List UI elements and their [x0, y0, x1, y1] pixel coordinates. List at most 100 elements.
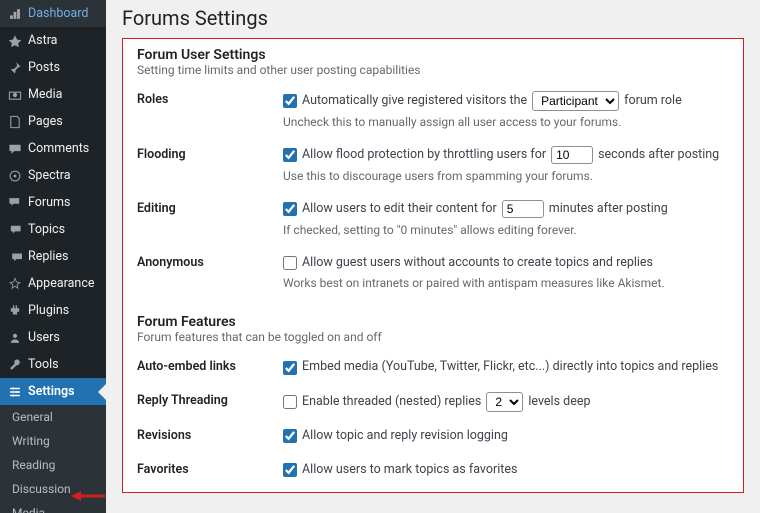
threading-checkbox[interactable]	[283, 395, 297, 409]
roles-label: Roles	[137, 91, 283, 107]
page-icon	[8, 115, 22, 129]
plugin-icon	[8, 304, 22, 318]
settings-icon	[8, 385, 22, 399]
revisions-text: Allow topic and reply revision logging	[302, 427, 508, 446]
tools-icon	[8, 358, 22, 372]
sidebar-item-replies[interactable]: Replies	[0, 243, 106, 270]
astra-icon	[8, 34, 22, 48]
sidebar-item-posts[interactable]: Posts	[0, 54, 106, 81]
sidebar-item-label: Comments	[28, 141, 89, 156]
sidebar-item-label: Tools	[28, 357, 59, 372]
favorites-checkbox[interactable]	[283, 463, 297, 477]
sidebar-item-plugins[interactable]: Plugins	[0, 297, 106, 324]
favorites-label: Favorites	[137, 461, 283, 477]
sidebar-item-spectra[interactable]: Spectra	[0, 162, 106, 189]
favorites-text: Allow users to mark topics as favorites	[302, 461, 517, 480]
forums-icon	[8, 196, 22, 210]
editing-text-post: minutes after posting	[549, 200, 668, 219]
sidebar-item-label: Forums	[28, 195, 70, 210]
flooding-checkbox[interactable]	[283, 148, 297, 162]
sidebar-item-label: Users	[28, 330, 60, 345]
submenu-discussion[interactable]: Discussion	[0, 477, 106, 501]
sidebar-item-label: Settings	[28, 384, 75, 399]
flooding-row: Flooding Allow flood protection by throt…	[137, 146, 729, 185]
sidebar-item-settings[interactable]: Settings	[0, 378, 106, 405]
sidebar-item-pages[interactable]: Pages	[0, 108, 106, 135]
admin-sidebar: Dashboard Astra Posts Media Pages Commen…	[0, 0, 106, 513]
favorites-row: Favorites Allow users to mark topics as …	[137, 461, 729, 480]
anonymous-label: Anonymous	[137, 254, 283, 270]
sidebar-item-appearance[interactable]: Appearance	[0, 270, 106, 297]
sidebar-item-astra[interactable]: Astra	[0, 27, 106, 54]
submenu-writing[interactable]: Writing	[0, 429, 106, 453]
anonymous-row: Anonymous Allow guest users without acco…	[137, 254, 729, 293]
user-icon	[8, 331, 22, 345]
editing-text-pre: Allow users to edit their content for	[302, 200, 497, 219]
sidebar-item-label: Media	[28, 87, 62, 102]
roles-row: Roles Automatically give registered visi…	[137, 91, 729, 131]
roles-text-pre: Automatically give registered visitors t…	[302, 92, 527, 111]
features-desc: Forum features that can be toggled on an…	[137, 330, 729, 344]
sidebar-item-tools[interactable]: Tools	[0, 351, 106, 378]
pin-icon	[8, 61, 22, 75]
editing-row: Editing Allow users to edit their conten…	[137, 200, 729, 239]
revisions-row: Revisions Allow topic and reply revision…	[137, 427, 729, 446]
sidebar-item-forums[interactable]: Forums	[0, 189, 106, 216]
settings-panel: Forum User Settings Setting time limits …	[122, 38, 744, 493]
autoembed-row: Auto-embed links Embed media (YouTube, T…	[137, 358, 729, 377]
sidebar-item-label: Appearance	[28, 276, 95, 291]
content-area: Forums Settings Forum User Settings Sett…	[106, 0, 760, 513]
editing-label: Editing	[137, 200, 283, 216]
sidebar-item-dashboard[interactable]: Dashboard	[0, 0, 106, 27]
threading-levels-select[interactable]: 2	[486, 392, 523, 412]
appearance-icon	[8, 277, 22, 291]
flooding-text-pre: Allow flood protection by throttling use…	[302, 146, 546, 165]
sidebar-item-label: Pages	[28, 114, 63, 129]
roles-help: Uncheck this to manually assign all user…	[283, 113, 729, 131]
sidebar-item-comments[interactable]: Comments	[0, 135, 106, 162]
user-settings-heading: Forum User Settings	[137, 47, 729, 63]
roles-text-post: forum role	[624, 92, 682, 111]
features-heading: Forum Features	[137, 314, 729, 330]
revisions-checkbox[interactable]	[283, 429, 297, 443]
media-icon	[8, 88, 22, 102]
revisions-label: Revisions	[137, 427, 283, 443]
anonymous-text: Allow guest users without accounts to cr…	[302, 254, 653, 273]
submenu-media[interactable]: Media	[0, 501, 106, 513]
flooding-seconds-input[interactable]	[551, 146, 593, 164]
anonymous-help: Works best on intranets or paired with a…	[283, 274, 729, 292]
sidebar-item-label: Topics	[28, 222, 65, 237]
sidebar-item-label: Posts	[28, 60, 60, 75]
sidebar-item-media[interactable]: Media	[0, 81, 106, 108]
sidebar-item-users[interactable]: Users	[0, 324, 106, 351]
editing-help: If checked, setting to "0 minutes" allow…	[283, 221, 729, 239]
sidebar-item-label: Spectra	[28, 168, 71, 183]
spectra-icon	[8, 169, 22, 183]
autoembed-checkbox[interactable]	[283, 361, 297, 375]
editing-minutes-input[interactable]	[502, 200, 544, 218]
anonymous-checkbox[interactable]	[283, 256, 297, 270]
dashboard-icon	[8, 7, 22, 21]
submenu-reading[interactable]: Reading	[0, 453, 106, 477]
autoembed-label: Auto-embed links	[137, 358, 283, 374]
flooding-text-post: seconds after posting	[598, 146, 719, 165]
replies-icon	[8, 250, 22, 264]
editing-checkbox[interactable]	[283, 202, 297, 216]
roles-select[interactable]: Participant	[532, 91, 619, 111]
sidebar-item-label: Replies	[28, 249, 69, 264]
user-settings-desc: Setting time limits and other user posti…	[137, 63, 729, 77]
threading-text-pre: Enable threaded (nested) replies	[302, 393, 481, 412]
page-title: Forums Settings	[122, 6, 744, 30]
roles-checkbox[interactable]	[283, 94, 297, 108]
sidebar-item-topics[interactable]: Topics	[0, 216, 106, 243]
settings-submenu: General Writing Reading Discussion Media…	[0, 405, 106, 513]
topics-icon	[8, 223, 22, 237]
flooding-help: Use this to discourage users from spammi…	[283, 167, 729, 185]
threading-row: Reply Threading Enable threaded (nested)…	[137, 392, 729, 412]
sidebar-item-label: Dashboard	[28, 6, 88, 21]
comment-icon	[8, 142, 22, 156]
submenu-general[interactable]: General	[0, 405, 106, 429]
autoembed-text: Embed media (YouTube, Twitter, Flickr, e…	[302, 358, 718, 377]
threading-label: Reply Threading	[137, 392, 283, 408]
sidebar-item-label: Astra	[28, 33, 58, 48]
